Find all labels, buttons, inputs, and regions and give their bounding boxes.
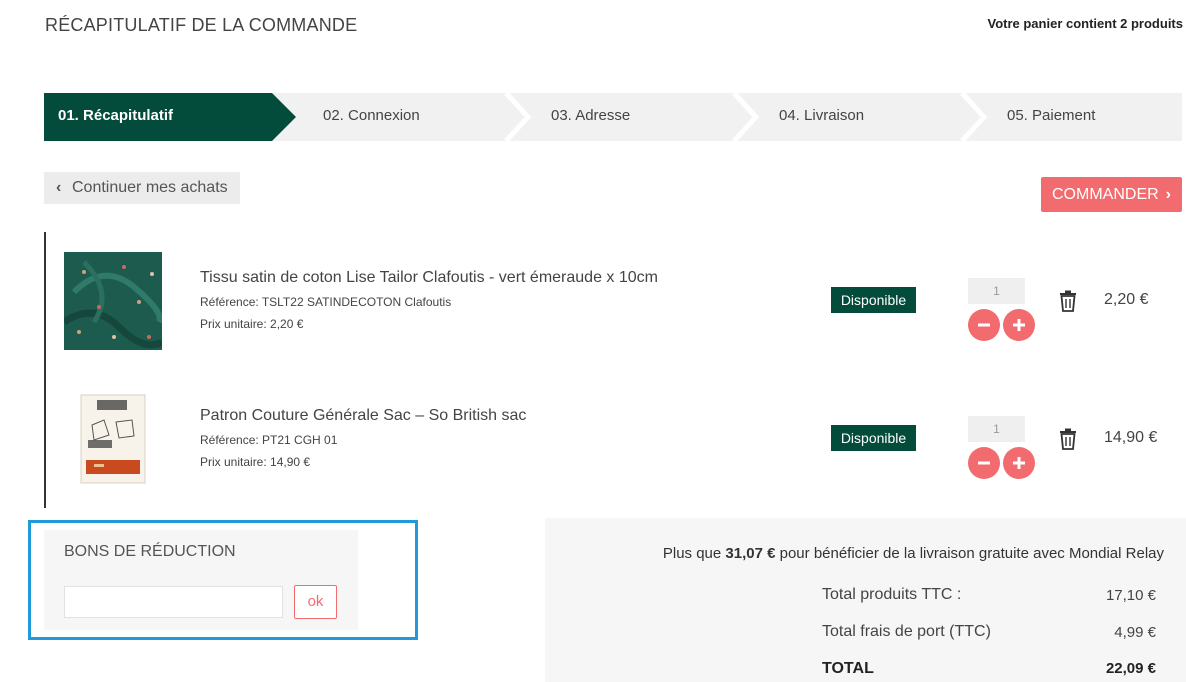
grand-total-label: TOTAL	[822, 660, 874, 677]
free-shipping-suffix: pour bénéficier de la livraison gratuite…	[779, 545, 1164, 562]
product-price: 2,20 €	[1104, 291, 1149, 308]
total-shipping-label: Total frais de port (TTC)	[822, 623, 991, 640]
cart-count: Votre panier contient 2 produits	[987, 16, 1183, 31]
step-separator	[958, 93, 988, 141]
step-separator	[730, 93, 760, 141]
availability-badge: Disponible	[831, 287, 916, 313]
trash-icon[interactable]	[1058, 428, 1078, 450]
free-shipping-notice: Plus que 31,07 € pour bénéficier de la l…	[663, 545, 1164, 562]
total-products-label: Total produits TTC :	[822, 586, 962, 603]
voucher-highlight-frame	[28, 520, 418, 640]
product-unit-price: Prix unitaire: 14,90 €	[200, 455, 311, 469]
continue-shopping-button[interactable]: ‹ Continuer mes achats	[44, 172, 240, 204]
step-separator	[502, 93, 532, 141]
green-fabric-thumbnail[interactable]	[62, 252, 164, 350]
quantity-input[interactable]	[968, 278, 1025, 304]
order-button[interactable]: COMMANDER ›	[1041, 177, 1182, 212]
voucher-title: BONS DE RÉDUCTION	[64, 543, 236, 560]
decrease-quantity-button[interactable]	[968, 309, 1000, 341]
increase-quantity-button[interactable]	[1003, 309, 1035, 341]
voucher-code-input[interactable]	[64, 586, 283, 618]
step-livraison[interactable]: 04. Livraison	[779, 93, 864, 141]
decrease-quantity-button[interactable]	[968, 447, 1000, 479]
increase-quantity-button[interactable]	[1003, 447, 1035, 479]
step-paiement[interactable]: 05. Paiement	[1007, 93, 1095, 141]
chevron-left-icon: ‹	[56, 179, 62, 196]
page-title: RÉCAPITULATIF DE LA COMMANDE	[45, 15, 358, 35]
product-name[interactable]: Patron Couture Générale Sac – So British…	[200, 407, 526, 425]
cart-item: Tissu satin de coton Lise Tailor Clafout…	[46, 252, 1182, 372]
product-name[interactable]: Tissu satin de coton Lise Tailor Clafout…	[200, 269, 658, 287]
chevron-right-icon: ›	[1165, 186, 1171, 203]
step-adresse[interactable]: 03. Adresse	[551, 93, 630, 141]
voucher-ok-button[interactable]: ok	[294, 585, 337, 619]
availability-badge: Disponible	[831, 425, 916, 451]
free-shipping-amount: 31,07 €	[725, 545, 776, 562]
sewing-pattern-thumbnail[interactable]	[64, 390, 162, 488]
grand-total-value: 22,09 €	[1105, 660, 1156, 677]
continue-shopping-label: Continuer mes achats	[72, 179, 228, 196]
product-reference: Référence: TSLT22 SATINDECOTON Clafoutis	[200, 295, 452, 309]
product-unit-price: Prix unitaire: 2,20 €	[200, 317, 304, 331]
checkout-steps: 01. Récapitulatif 02. Connexion 03. Adre…	[44, 93, 1182, 141]
free-shipping-prefix: Plus que	[662, 545, 722, 562]
total-shipping-value: 4,99 €	[1114, 624, 1156, 641]
quantity-input[interactable]	[968, 416, 1025, 442]
total-products-value: 17,10 €	[1105, 587, 1156, 604]
cart-item: Patron Couture Générale Sac – So British…	[46, 390, 1182, 510]
step-connexion[interactable]: 02. Connexion	[323, 93, 420, 141]
trash-icon[interactable]	[1058, 290, 1078, 312]
product-reference: Référence: PT21 CGH 01	[200, 433, 338, 447]
product-price: 14,90 €	[1104, 429, 1158, 446]
order-button-label: COMMANDER	[1052, 186, 1159, 203]
step-recapitulatif[interactable]: 01. Récapitulatif	[44, 93, 296, 141]
